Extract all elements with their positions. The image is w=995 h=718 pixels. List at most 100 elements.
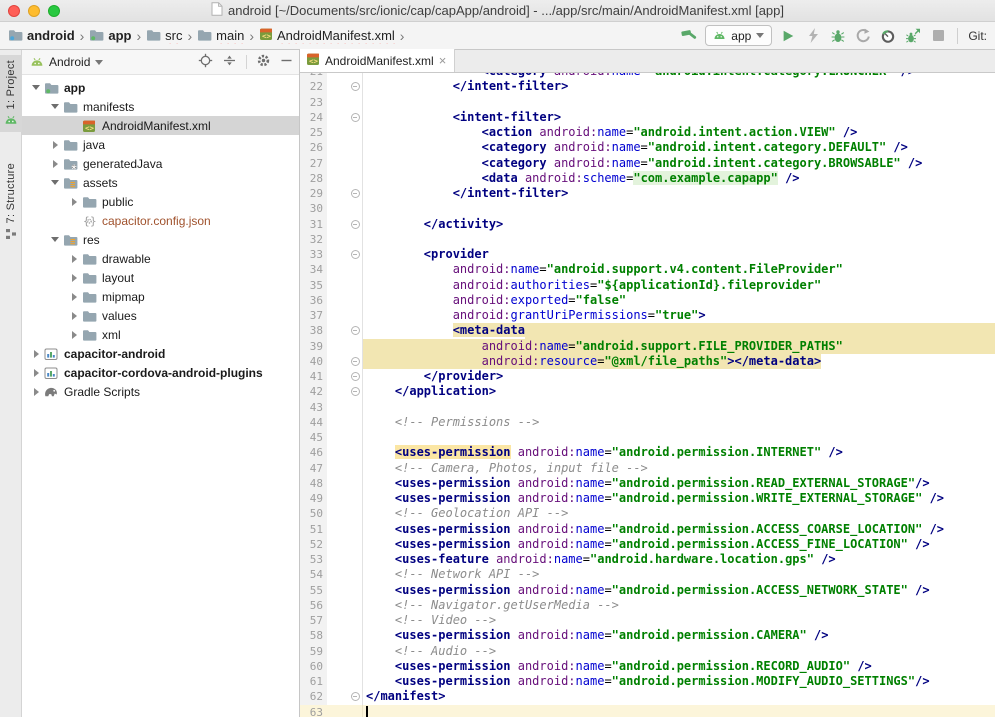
zoom-window-button[interactable] [48, 5, 60, 17]
tree-right-arrow-icon[interactable] [67, 331, 81, 339]
tree-row-capacitor-config-json[interactable]: {}capacitor.config.json [22, 211, 299, 230]
fold-marker-icon[interactable] [348, 369, 363, 384]
code-line-43[interactable]: 43 [300, 400, 995, 415]
code-line-62[interactable]: 62</manifest> [300, 689, 995, 704]
tree-row-generatedjava[interactable]: generatedJava [22, 154, 299, 173]
run-configuration-select[interactable]: app [705, 25, 772, 46]
breadcrumb-item[interactable]: main [195, 28, 246, 44]
code-line-23[interactable]: 23 [300, 95, 995, 110]
code-line-52[interactable]: 52 <uses-permission android:name="androi… [300, 537, 995, 552]
code-line-39[interactable]: 39 android:name="android.support.FILE_PR… [300, 339, 995, 354]
code-line-58[interactable]: 58 <uses-permission android:name="androi… [300, 628, 995, 643]
stop-icon[interactable] [929, 27, 947, 45]
settings-gear-icon[interactable] [256, 53, 271, 71]
code-line-47[interactable]: 47 <!-- Camera, Photos, input file --> [300, 461, 995, 476]
code-line-38[interactable]: 38 <meta-data [300, 323, 995, 338]
tree-right-arrow-icon[interactable] [29, 369, 43, 377]
stripe-tab--structure[interactable]: 7: Structure [0, 158, 22, 246]
tree-right-arrow-icon[interactable] [67, 274, 81, 282]
code-line-50[interactable]: 50 <!-- Geolocation API --> [300, 506, 995, 521]
close-window-button[interactable] [8, 5, 20, 17]
tree-row-drawable[interactable]: drawable [22, 249, 299, 268]
code-line-49[interactable]: 49 <uses-permission android:name="androi… [300, 491, 995, 506]
code-line-61[interactable]: 61 <uses-permission android:name="androi… [300, 674, 995, 689]
fold-marker-icon[interactable] [348, 217, 363, 232]
coverage-icon[interactable] [854, 27, 872, 45]
fold-marker-icon[interactable] [348, 186, 363, 201]
tree-row-capacitor-android[interactable]: capacitor-android [22, 344, 299, 363]
code-line-51[interactable]: 51 <uses-permission android:name="androi… [300, 522, 995, 537]
tree-row-xml[interactable]: xml [22, 325, 299, 344]
code-line-36[interactable]: 36 android:exported="false" [300, 293, 995, 308]
fold-marker-icon[interactable] [348, 689, 363, 704]
code-line-45[interactable]: 45 [300, 430, 995, 445]
tree-right-arrow-icon[interactable] [29, 388, 43, 396]
tree-row-public[interactable]: public [22, 192, 299, 211]
tree-right-arrow-icon[interactable] [48, 141, 62, 149]
tree-row-assets[interactable]: assets [22, 173, 299, 192]
chevron-down-icon[interactable] [95, 60, 103, 65]
code-line-22[interactable]: 22 </intent-filter> [300, 79, 995, 94]
code-line-40[interactable]: 40 android:resource="@xml/file_paths"></… [300, 354, 995, 369]
fold-marker-icon[interactable] [348, 79, 363, 94]
editor-tab-androidmanifest[interactable]: <> AndroidManifest.xml [300, 49, 455, 72]
code-line-29[interactable]: 29 </intent-filter> [300, 186, 995, 201]
close-tab-icon[interactable] [439, 54, 447, 67]
tree-down-arrow-icon[interactable] [48, 237, 62, 242]
code-line-63[interactable]: 63 [300, 705, 995, 718]
code-line-59[interactable]: 59 <!-- Audio --> [300, 644, 995, 659]
locate-file-icon[interactable] [198, 53, 213, 71]
project-view-selector[interactable]: Android [49, 55, 90, 69]
tree-row-layout[interactable]: layout [22, 268, 299, 287]
tree-right-arrow-icon[interactable] [67, 293, 81, 301]
code-line-42[interactable]: 42 </application> [300, 384, 995, 399]
tree-right-arrow-icon[interactable] [67, 255, 81, 263]
tree-row-values[interactable]: values [22, 306, 299, 325]
collapse-all-icon[interactable] [222, 53, 237, 71]
minimize-window-button[interactable] [28, 5, 40, 17]
profiler-icon[interactable] [879, 27, 897, 45]
breadcrumb-item[interactable]: app [87, 28, 133, 44]
tree-down-arrow-icon[interactable] [48, 180, 62, 185]
run-icon[interactable] [779, 27, 797, 45]
fold-marker-icon[interactable] [348, 323, 363, 338]
tree-right-arrow-icon[interactable] [29, 350, 43, 358]
tree-down-arrow-icon[interactable] [29, 85, 43, 90]
apply-changes-icon[interactable] [804, 27, 822, 45]
code-line-24[interactable]: 24 <intent-filter> [300, 110, 995, 125]
code-line-44[interactable]: 44 <!-- Permissions --> [300, 415, 995, 430]
code-line-32[interactable]: 32 [300, 232, 995, 247]
code-line-31[interactable]: 31 </activity> [300, 217, 995, 232]
code-editor[interactable]: 21 <category android:name="android.inten… [300, 73, 995, 717]
tree-row-mipmap[interactable]: mipmap [22, 287, 299, 306]
code-line-35[interactable]: 35 android:authorities="${applicationId}… [300, 278, 995, 293]
code-line-26[interactable]: 26 <category android:name="android.inten… [300, 140, 995, 155]
tree-right-arrow-icon[interactable] [67, 312, 81, 320]
fold-marker-icon[interactable] [348, 110, 363, 125]
attach-debugger-icon[interactable] [904, 27, 922, 45]
code-line-54[interactable]: 54 <!-- Network API --> [300, 567, 995, 582]
tree-row-androidmanifest-xml[interactable]: <>AndroidManifest.xml [22, 116, 299, 135]
tree-row-java[interactable]: java [22, 135, 299, 154]
fold-marker-icon[interactable] [348, 354, 363, 369]
tree-row-manifests[interactable]: manifests [22, 97, 299, 116]
tree-row-res[interactable]: res [22, 230, 299, 249]
tree-down-arrow-icon[interactable] [48, 104, 62, 109]
code-line-46[interactable]: 46 <uses-permission android:name="androi… [300, 445, 995, 460]
build-hammer-icon[interactable] [680, 27, 698, 45]
breadcrumb-item[interactable]: android [6, 28, 77, 44]
tree-row-gradle-scripts[interactable]: Gradle Scripts [22, 382, 299, 401]
fold-marker-icon[interactable] [348, 384, 363, 399]
tree-row-capacitor-cordova-android-plugins[interactable]: capacitor-cordova-android-plugins [22, 363, 299, 382]
code-line-34[interactable]: 34 android:name="android.support.v4.cont… [300, 262, 995, 277]
code-line-25[interactable]: 25 <action android:name="android.intent.… [300, 125, 995, 140]
hide-panel-icon[interactable] [280, 54, 293, 70]
code-line-60[interactable]: 60 <uses-permission android:name="androi… [300, 659, 995, 674]
breadcrumb-item[interactable]: <>AndroidManifest.xml [257, 27, 397, 44]
code-line-28[interactable]: 28 <data android:scheme="com.example.cap… [300, 171, 995, 186]
code-line-55[interactable]: 55 <uses-permission android:name="androi… [300, 583, 995, 598]
code-line-56[interactable]: 56 <!-- Navigator.getUserMedia --> [300, 598, 995, 613]
code-line-33[interactable]: 33 <provider [300, 247, 995, 262]
code-line-57[interactable]: 57 <!-- Video --> [300, 613, 995, 628]
code-line-48[interactable]: 48 <uses-permission android:name="androi… [300, 476, 995, 491]
